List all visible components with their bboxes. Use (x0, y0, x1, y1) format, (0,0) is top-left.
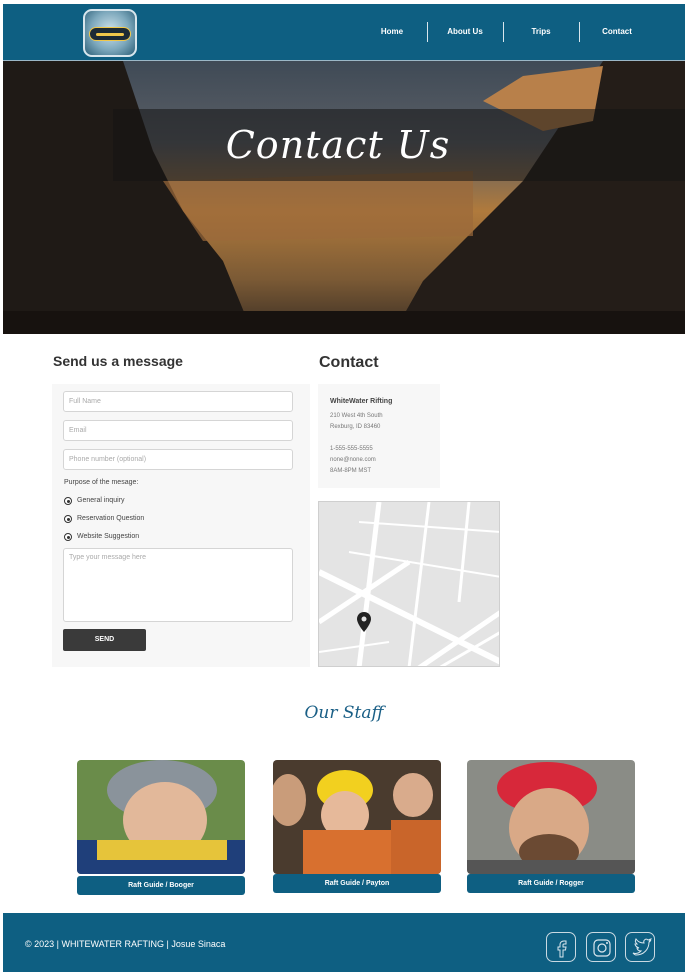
phone-number: 1-555-555-5555 (330, 446, 373, 452)
purpose-label: Purpose of the mesage: (64, 479, 139, 486)
location-map[interactable] (318, 501, 500, 667)
logo-badge (89, 27, 131, 41)
form-heading: Send us a message (53, 353, 183, 369)
staff-photo-rogger (467, 760, 635, 874)
site-footer: © 2023 | WHITEWATER RAFTING | Josue Sina… (3, 913, 685, 972)
staff-photo-booger (77, 760, 245, 874)
twitter-icon[interactable] (625, 932, 655, 962)
email-address[interactable]: none@none.com (330, 455, 428, 466)
radio-label: General inquiry (77, 497, 125, 504)
hero-banner: Contact Us (3, 61, 685, 334)
site-header: Home About Us Trips Contact (3, 4, 685, 61)
full-name-input[interactable]: Full Name (63, 391, 293, 412)
nav-contact[interactable]: Contact (579, 22, 655, 42)
radio-button[interactable] (64, 497, 72, 505)
staff-photo-payton (273, 760, 441, 874)
contact-form: Full Name Email Phone number (optional) … (52, 384, 310, 667)
radio-label: Website Suggestion (77, 533, 140, 540)
contact-heading: Contact (319, 354, 379, 371)
instagram-icon[interactable] (586, 932, 616, 962)
facebook-icon[interactable] (546, 932, 576, 962)
radio-button[interactable] (64, 515, 72, 523)
address-line-1: 210 West 4th South (330, 413, 383, 419)
copyright-text: © 2023 | WHITEWATER RAFTING | Josue Sina… (25, 939, 226, 949)
radio-label: Reservation Question (77, 515, 145, 522)
nav-home[interactable]: Home (354, 22, 430, 42)
nav-about-us[interactable]: About Us (427, 22, 503, 42)
staff-label-rogger[interactable]: Raft Guide / Rogger (467, 874, 635, 893)
map-streets (319, 502, 499, 666)
whitewater-logo[interactable] (83, 9, 137, 57)
message-textarea[interactable]: Type your message here (63, 548, 293, 622)
business-hours: 8AM-8PM MST (330, 468, 372, 474)
hero-title: Contact Us (225, 123, 451, 167)
radio-button[interactable] (64, 533, 72, 541)
staff-label-payton[interactable]: Raft Guide / Payton (273, 874, 441, 893)
canyon-image (3, 61, 685, 334)
nav-trips[interactable]: Trips (503, 22, 579, 42)
company-name: WhiteWater Rifting (330, 398, 393, 405)
contact-info-card: WhiteWater Rifting 210 West 4th South Re… (318, 384, 440, 488)
staff-label-booger[interactable]: Raft Guide / Booger (77, 876, 245, 895)
address-line-2: Rexburg, ID 83460 (330, 424, 381, 430)
map-pin-icon[interactable] (357, 612, 371, 632)
phone-input[interactable]: Phone number (optional) (63, 449, 293, 470)
staff-heading: Our Staff (304, 703, 384, 723)
email-input[interactable]: Email (63, 420, 293, 441)
send-button[interactable]: SEND (63, 629, 146, 651)
